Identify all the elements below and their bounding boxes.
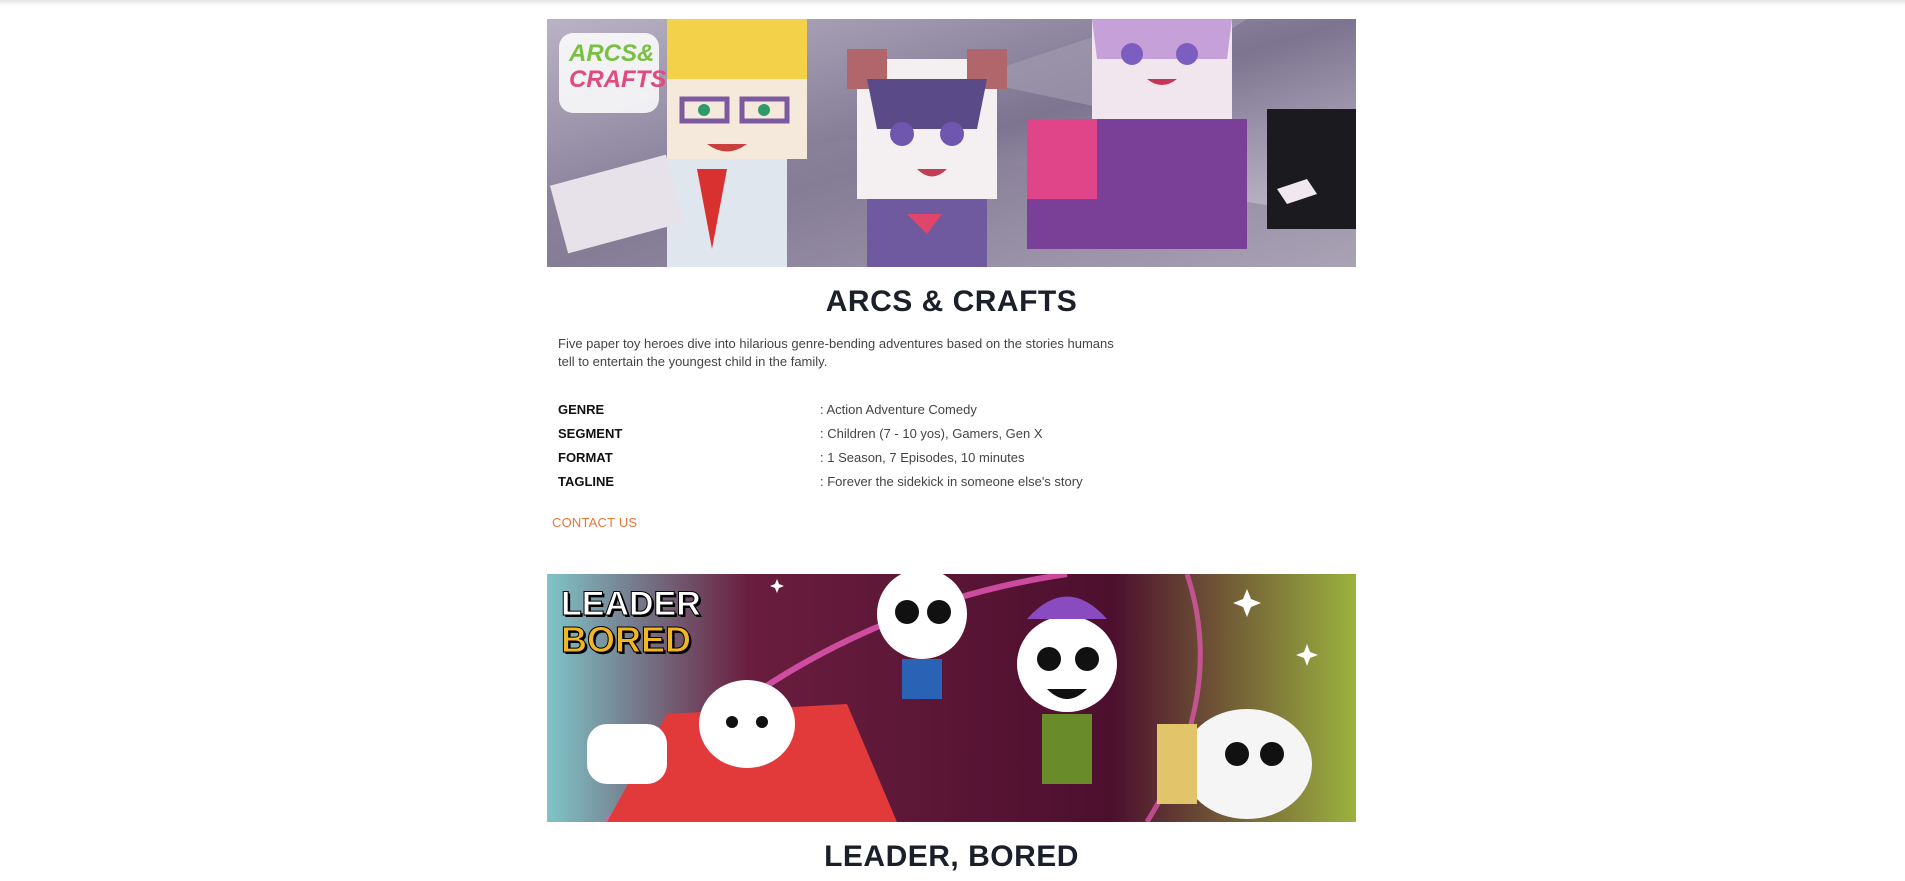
show-leader-bored: LEADER BORED LEADER, BORED: [547, 574, 1356, 874]
meta-key: FORMAT: [558, 449, 613, 465]
meta-key: TAGLINE: [558, 473, 615, 489]
show-arcs-crafts: ARCS& CRAFTS ARCS & CRAFTS Five paper to…: [547, 19, 1356, 532]
show-title: LEADER, BORED: [824, 840, 1079, 873]
meta-row-segment: SEGMENT : Children (7 - 10 yos), Gamers,…: [558, 421, 1356, 445]
meta-key: SEGMENT: [558, 425, 623, 441]
meta-value: : Children (7 - 10 yos), Gamers, Gen X: [820, 425, 1043, 441]
meta-row-format: FORMAT : 1 Season, 7 Episodes, 10 minute…: [558, 445, 1356, 469]
meta-key: GENRE: [558, 401, 605, 417]
meta-value: : 1 Season, 7 Episodes, 10 minutes: [820, 449, 1025, 465]
show-meta-table: GENRE : Action Adventure Comedy SEGMENT …: [558, 397, 1356, 493]
meta-value: : Action Adventure Comedy: [820, 401, 977, 417]
meta-value: : Forever the sidekick in someone else's…: [820, 473, 1083, 489]
meta-row-genre: GENRE : Action Adventure Comedy: [558, 397, 1356, 421]
show-title: ARCS & CRAFTS: [825, 285, 1078, 318]
contact-us-link[interactable]: CONTACT US: [552, 515, 637, 530]
show-logo: LEADER BORED: [561, 585, 702, 660]
show-banner-image: ARCS& CRAFTS: [547, 19, 1356, 267]
show-banner-image: LEADER BORED: [547, 574, 1356, 822]
show-description: Five paper toy heroes dive into hilariou…: [558, 336, 1114, 369]
top-shadow: [0, 0, 1905, 6]
show-logo: ARCS& CRAFTS: [569, 40, 667, 93]
meta-row-tagline: TAGLINE : Forever the sidekick in someon…: [558, 469, 1356, 493]
